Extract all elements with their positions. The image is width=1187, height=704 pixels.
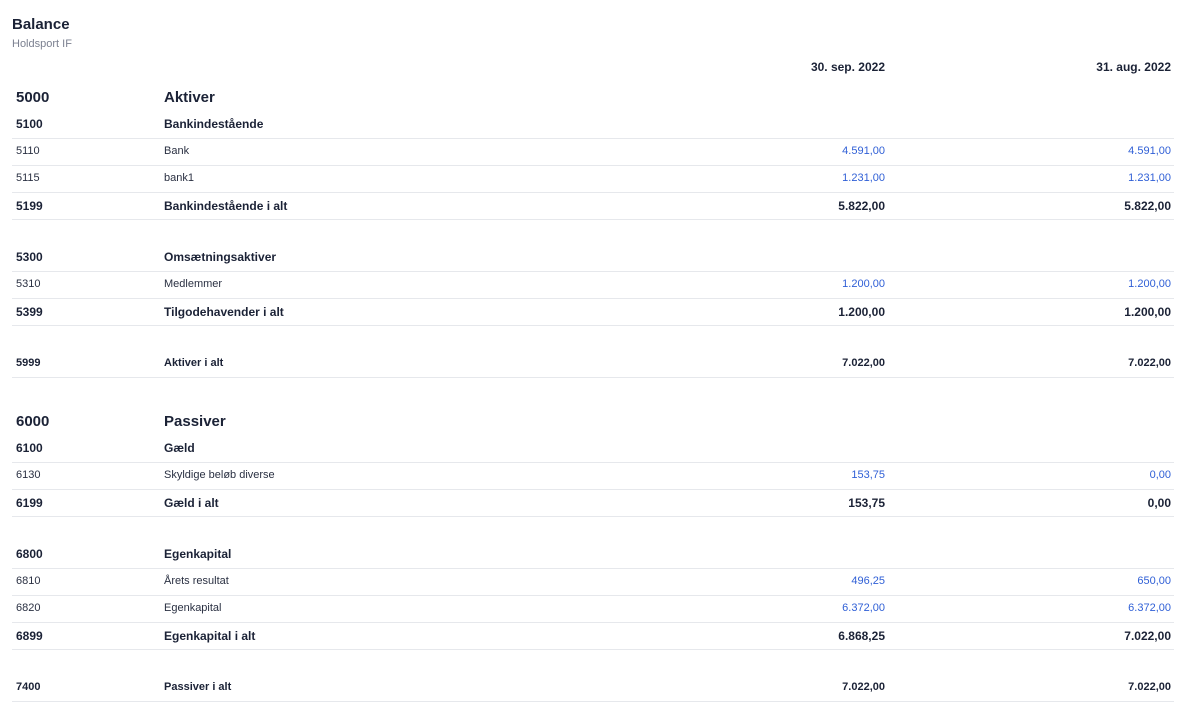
subgroup-row-omsaetning: 5300 Omsætningsaktiver	[12, 245, 1174, 272]
account-value-link[interactable]: 1.200,00	[842, 278, 885, 290]
account-name: Bank	[164, 145, 190, 157]
subgroup-row-gaeld: 6100 Gæld	[12, 436, 1174, 463]
total-row: 6199 Gæld i alt 153,75 0,00	[12, 490, 1174, 517]
total-value: 7.022,00	[1128, 357, 1171, 369]
total-value: 7.022,00	[842, 357, 885, 369]
total-value: 7.022,00	[1124, 629, 1171, 643]
account-name: Egenkapital	[164, 547, 232, 561]
account-value-link[interactable]: 1.231,00	[1128, 172, 1171, 184]
account-name: Passiver	[164, 413, 226, 430]
account-code: 5000	[16, 89, 50, 106]
account-name: Aktiver i alt	[164, 357, 224, 369]
total-value: 0,00	[1147, 496, 1171, 510]
total-value: 153,75	[848, 496, 885, 510]
total-value: 5.822,00	[1124, 199, 1171, 213]
account-name: Tilgodehavender i alt	[164, 305, 284, 319]
account-name: Egenkapital i alt	[164, 629, 256, 643]
account-code: 6820	[16, 602, 41, 614]
account-name: Passiver i alt	[164, 681, 232, 693]
total-row: 5199 Bankindestående i alt 5.822,00 5.82…	[12, 193, 1174, 220]
total-value: 1.200,00	[838, 305, 885, 319]
total-row: 5399 Tilgodehavender i alt 1.200,00 1.20…	[12, 299, 1174, 326]
column-header-period-2: 31. aug. 2022	[1096, 60, 1171, 74]
subgroup-row-bank: 5100 Bankindestående	[12, 112, 1174, 139]
account-name: Bankindestående	[164, 117, 264, 131]
account-value-link[interactable]: 6.372,00	[1128, 602, 1171, 614]
page-title: Balance	[12, 16, 70, 33]
account-name: Skyldige beløb diverse	[164, 469, 275, 481]
total-value: 1.200,00	[1124, 305, 1171, 319]
column-headers: 30. sep. 2022 31. aug. 2022	[12, 60, 1174, 78]
account-row: 6820 Egenkapital 6.372,00 6.372,00	[12, 596, 1174, 623]
account-code: 6810	[16, 575, 41, 587]
account-code: 6000	[16, 413, 50, 430]
account-value-link[interactable]: 4.591,00	[1128, 145, 1171, 157]
total-row: 6899 Egenkapital i alt 6.868,25 7.022,00	[12, 623, 1174, 650]
account-code: 5399	[16, 305, 43, 319]
subgroup-row-egenkapital: 6800 Egenkapital	[12, 542, 1174, 569]
account-name: Gæld i alt	[164, 496, 219, 510]
column-header-period-1: 30. sep. 2022	[810, 60, 885, 74]
account-name: Medlemmer	[164, 278, 223, 290]
account-value-link[interactable]: 153,75	[851, 469, 885, 481]
account-name: Gæld	[164, 441, 195, 455]
account-code: 6199	[16, 496, 43, 510]
report-header: Balance Holdsport IF	[12, 15, 72, 52]
account-code: 6800	[16, 547, 43, 561]
account-name: Årets resultat	[164, 575, 229, 587]
account-value-link[interactable]: 496,25	[851, 575, 885, 587]
account-code: 5310	[16, 278, 41, 290]
account-code: 7400	[16, 681, 41, 693]
account-name: Aktiver	[164, 89, 215, 106]
account-code: 5115	[16, 172, 40, 184]
group-row-passiver: 6000 Passiver	[12, 408, 1174, 436]
total-value: 7.022,00	[842, 681, 885, 693]
account-row: 5310 Medlemmer 1.200,00 1.200,00	[12, 272, 1174, 299]
balance-table: 5000 Aktiver 5100 Bankindestående 5110 B…	[12, 84, 1174, 702]
account-value-link[interactable]: 0,00	[1150, 469, 1171, 481]
account-name: Omsætningsaktiver	[164, 250, 277, 264]
total-value: 7.022,00	[1128, 681, 1171, 693]
account-code: 5300	[16, 250, 43, 264]
account-code: 5100	[16, 117, 43, 131]
account-row: 5110 Bank 4.591,00 4.591,00	[12, 139, 1174, 166]
account-value-link[interactable]: 4.591,00	[842, 145, 885, 157]
account-value-link[interactable]: 6.372,00	[842, 602, 885, 614]
total-value: 6.868,25	[838, 629, 885, 643]
account-value-link[interactable]: 1.231,00	[842, 172, 885, 184]
organization-name: Holdsport IF	[12, 38, 72, 50]
account-row: 6130 Skyldige beløb diverse 153,75 0,00	[12, 463, 1174, 490]
account-name: Egenkapital	[164, 602, 222, 614]
account-value-link[interactable]: 650,00	[1137, 575, 1171, 587]
grand-total-row-passiver: 7400 Passiver i alt 7.022,00 7.022,00	[12, 675, 1174, 702]
grand-total-row-aktiver: 5999 Aktiver i alt 7.022,00 7.022,00	[12, 351, 1174, 378]
account-code: 6899	[16, 629, 43, 643]
total-value: 5.822,00	[838, 199, 885, 213]
account-row: 5115 bank1 1.231,00 1.231,00	[12, 166, 1174, 193]
account-name: Bankindestående i alt	[164, 199, 288, 213]
group-row-aktiver: 5000 Aktiver	[12, 84, 1174, 112]
account-code: 5110	[16, 145, 40, 157]
account-code: 5999	[16, 357, 41, 369]
account-name: bank1	[164, 172, 194, 184]
account-code: 6130	[16, 469, 41, 481]
account-value-link[interactable]: 1.200,00	[1128, 278, 1171, 290]
account-row: 6810 Årets resultat 496,25 650,00	[12, 569, 1174, 596]
account-code: 6100	[16, 441, 43, 455]
account-code: 5199	[16, 199, 43, 213]
